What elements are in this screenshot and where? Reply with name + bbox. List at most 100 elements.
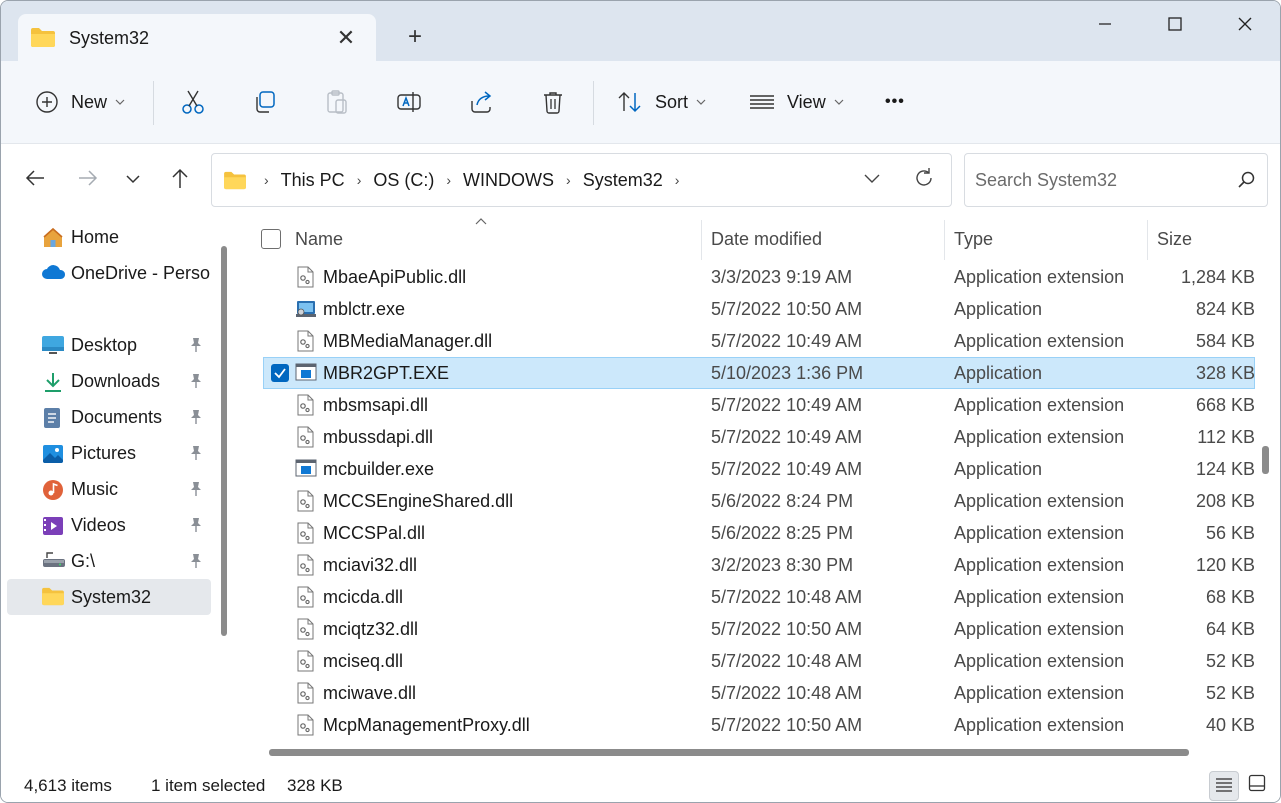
copy-icon [252,89,278,115]
sidebar-item-documents[interactable]: Documents [7,399,211,435]
chevron-right-icon[interactable]: › [446,172,451,188]
file-name: MBR2GPT.EXE [323,363,450,383]
select-all-checkbox[interactable] [261,229,281,249]
close-window-button[interactable] [1222,9,1268,39]
folder-icon [30,26,56,53]
file-row[interactable]: mciwave.dll 5/7/2022 10:48 AM Application … [263,677,1255,709]
sort-button[interactable]: Sort [617,83,706,121]
breadcrumb-windows[interactable]: WINDOWS [463,170,554,191]
file-type: Application extension [954,331,1125,351]
share-icon [468,89,494,115]
file-type: Application [954,459,1043,479]
row-checkbox[interactable] [271,364,289,382]
scroll-thumb[interactable] [1262,446,1269,474]
forward-button[interactable] [70,162,106,198]
search-icon[interactable] [1237,170,1257,195]
copy-button[interactable] [252,83,278,121]
file-row[interactable]: mciavi32.dll 3/2/2023 8:30 PM Application … [263,549,1255,581]
arrow-left-icon [24,169,46,192]
file-row[interactable]: mbussdapi.dll 5/7/2022 10:49 AM Applicatio… [263,421,1255,453]
file-date-modified: 5/7/2022 10:49 AM [711,459,863,479]
paste-button[interactable] [324,83,350,121]
pin-icon[interactable] [189,409,203,430]
pin-icon[interactable] [189,517,203,538]
address-bar[interactable]: › This PC › OS (C:) › WINDOWS › System32… [211,153,952,207]
file-list-horizontal-scrollbar[interactable] [243,744,1255,760]
file-row[interactable]: MCCSEngineShared.dll 5/6/2022 8:24 PM Appl… [263,485,1255,517]
selection-size: 328 KB [287,776,343,795]
file-row[interactable]: mcbuilder.exe 5/7/2022 10:49 AM Applicatio… [263,453,1255,485]
file-row[interactable]: mblctr.exe 5/7/2022 10:50 AM Application 82… [263,293,1255,325]
chevron-right-icon[interactable]: › [675,172,680,188]
sidebar-item-music[interactable]: Music [7,471,211,507]
file-row[interactable]: MCCSPal.dll 5/6/2022 8:25 PM Application e… [263,517,1255,549]
sort-label: Sort [655,91,689,112]
search-input[interactable] [965,154,1227,206]
sidebar-item-home[interactable]: Home [7,219,211,255]
column-divider[interactable] [701,220,702,260]
rename-button[interactable] [396,83,422,121]
sidebar-item-onedrive-personal[interactable]: OneDrive - Personal [7,255,211,291]
column-size[interactable]: Size [1157,229,1192,250]
delete-button[interactable] [540,83,566,121]
file-row[interactable]: mciseq.dll 5/7/2022 10:48 AM Application e… [263,645,1255,677]
file-row[interactable]: mcicda.dll 5/7/2022 10:48 AM Application e… [263,581,1255,613]
chevron-right-icon[interactable]: › [264,172,269,188]
view-button[interactable]: View [749,83,844,121]
sidebar-item-g[interactable]: G:\ [7,543,211,579]
file-row[interactable]: McpManagementProxy.dll 5/7/2022 10:50 AM A… [263,709,1255,741]
address-history-chevron-icon[interactable] [862,168,882,193]
pin-icon[interactable] [189,481,203,502]
up-button[interactable] [162,162,198,198]
breadcrumb-os-c[interactable]: OS (C:) [373,170,434,191]
column-name[interactable]: Name [295,229,343,250]
column-date-modified[interactable]: Date modified [711,229,822,250]
pin-icon[interactable] [189,373,203,394]
file-date-modified: 5/7/2022 10:48 AM [711,683,863,703]
details-view-button[interactable] [1209,771,1239,801]
file-type: Application extension [954,715,1125,735]
cut-button[interactable] [180,83,206,121]
file-row[interactable]: mciqtz32.dll 5/7/2022 10:50 AM Application… [263,613,1255,645]
tab-system32[interactable]: System32 ✕ [18,14,376,62]
navigation-pane: Home OneDrive - Personal DesktopDownloadsD… [1,216,231,759]
share-button[interactable] [468,83,494,121]
sidebar-item-desktop[interactable]: Desktop [7,327,211,363]
maximize-button[interactable] [1152,9,1198,39]
sidebar-item-downloads[interactable]: Downloads [7,363,211,399]
new-tab-button[interactable]: + [401,23,429,51]
scroll-thumb[interactable] [269,749,1189,756]
file-row[interactable]: MBR2GPT.EXE 5/10/2023 1:36 PM Application 3… [263,357,1255,389]
new-button[interactable]: New [35,83,125,121]
file-size: 40 KB [1205,715,1255,735]
search-box[interactable] [964,153,1268,207]
breadcrumb-system32[interactable]: System32 [583,170,663,191]
file-row[interactable]: MBMediaManager.dll 5/7/2022 10:49 AM Appli… [263,325,1255,357]
sidebar-item-system32[interactable]: System32 [7,579,211,615]
breadcrumb-this-pc[interactable]: This PC [281,170,345,191]
back-button[interactable] [17,162,53,198]
more-options-button[interactable]: ••• [885,83,905,121]
file-row[interactable]: MbaeApiPublic.dll 3/3/2023 9:19 AM Applica… [263,261,1255,293]
refresh-icon[interactable] [912,166,936,195]
sidebar-item-videos[interactable]: Videos [7,507,211,543]
pin-icon[interactable] [189,553,203,574]
scroll-thumb[interactable] [221,246,227,636]
tiles-view-button[interactable] [1243,771,1271,799]
column-type[interactable]: Type [954,229,993,250]
column-divider[interactable] [1147,220,1148,260]
file-row[interactable]: mbsmsapi.dll 5/7/2022 10:49 AM Application… [263,389,1255,421]
file-date-modified: 5/7/2022 10:50 AM [711,715,863,735]
sidebar-item-pictures[interactable]: Pictures [7,435,211,471]
column-divider[interactable] [944,220,945,260]
minimize-button[interactable] [1082,9,1128,39]
sidebar-scrollbar[interactable] [219,246,229,636]
pin-icon[interactable] [189,337,203,358]
pin-icon[interactable] [189,445,203,466]
file-list-vertical-scrollbar[interactable] [1259,216,1273,744]
documents-icon [41,406,65,430]
chevron-right-icon[interactable]: › [566,172,571,188]
tab-close-icon[interactable]: ✕ [332,24,360,52]
recent-locations-button[interactable] [115,162,151,198]
chevron-right-icon[interactable]: › [357,172,362,188]
